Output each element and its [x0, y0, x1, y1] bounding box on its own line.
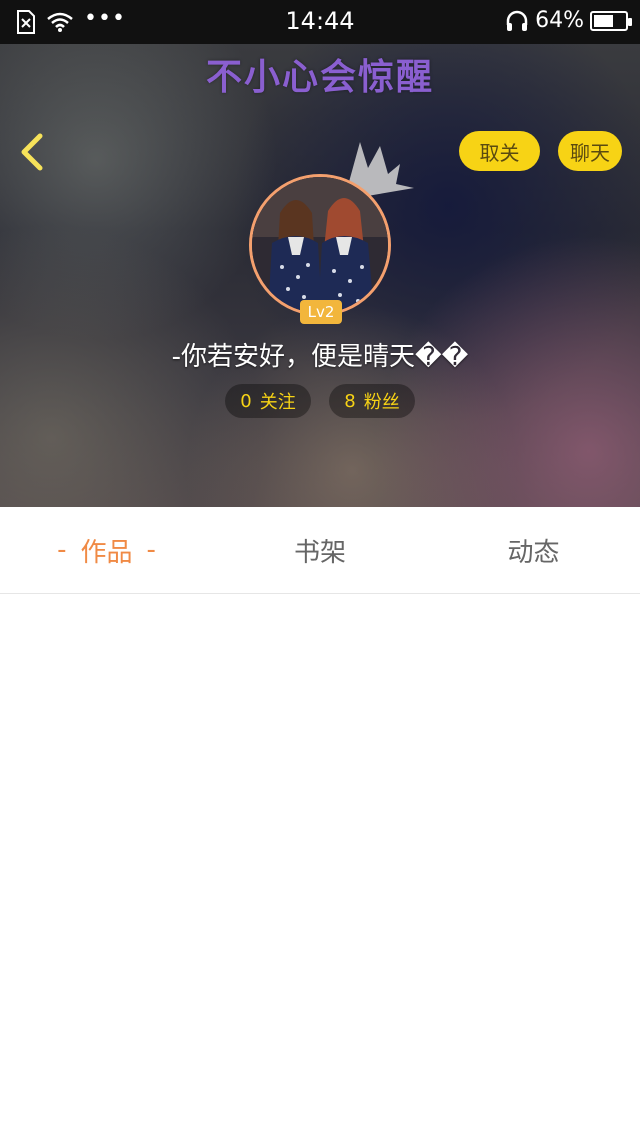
username: -你若安好，便是晴天��	[171, 342, 469, 372]
chat-button[interactable]: 聊天	[558, 131, 622, 171]
fans-label: 粉丝	[363, 392, 400, 413]
following-count: 0	[240, 390, 252, 412]
headphones-icon	[506, 10, 528, 31]
profile-header: 不小心会惊醒 取关 聊天 Lv2 -你若安好，便是晴天�� 0 关注 8 粉丝	[0, 44, 640, 507]
tab-indicator-right: -	[146, 535, 156, 565]
tab-feed[interactable]: 动态	[427, 507, 640, 593]
tab-bookshelf[interactable]: 书架	[213, 507, 427, 593]
tab-bookshelf-label: 书架	[293, 537, 346, 568]
unfollow-button[interactable]: 取关	[459, 131, 540, 171]
tab-indicator-left: -	[57, 535, 67, 565]
battery-icon	[590, 10, 632, 31]
tab-bar: - 作品 - 书架 动态	[0, 507, 640, 594]
fans-count: 8	[344, 390, 356, 412]
back-button[interactable]	[14, 130, 54, 174]
tab-feed-label: 动态	[507, 537, 560, 568]
fans-stat[interactable]: 8 粉丝	[329, 384, 415, 418]
level-badge: Lv2	[300, 300, 342, 324]
battery-percent: 64%	[535, 8, 584, 33]
tab-works-label: 作品	[80, 537, 133, 568]
status-right: 64%	[505, 8, 632, 33]
status-bar: ••• 14:44 64%	[0, 0, 640, 44]
chevron-left-icon	[21, 133, 43, 171]
following-label: 关注	[259, 392, 296, 413]
avatar[interactable]	[249, 174, 391, 316]
avatar-image	[252, 177, 388, 313]
page-title: 不小心会惊醒	[205, 57, 434, 98]
battery-level	[594, 14, 614, 27]
tab-works[interactable]: - 作品 -	[0, 507, 213, 593]
following-stat[interactable]: 0 关注	[225, 384, 311, 418]
content-area	[0, 594, 640, 1138]
